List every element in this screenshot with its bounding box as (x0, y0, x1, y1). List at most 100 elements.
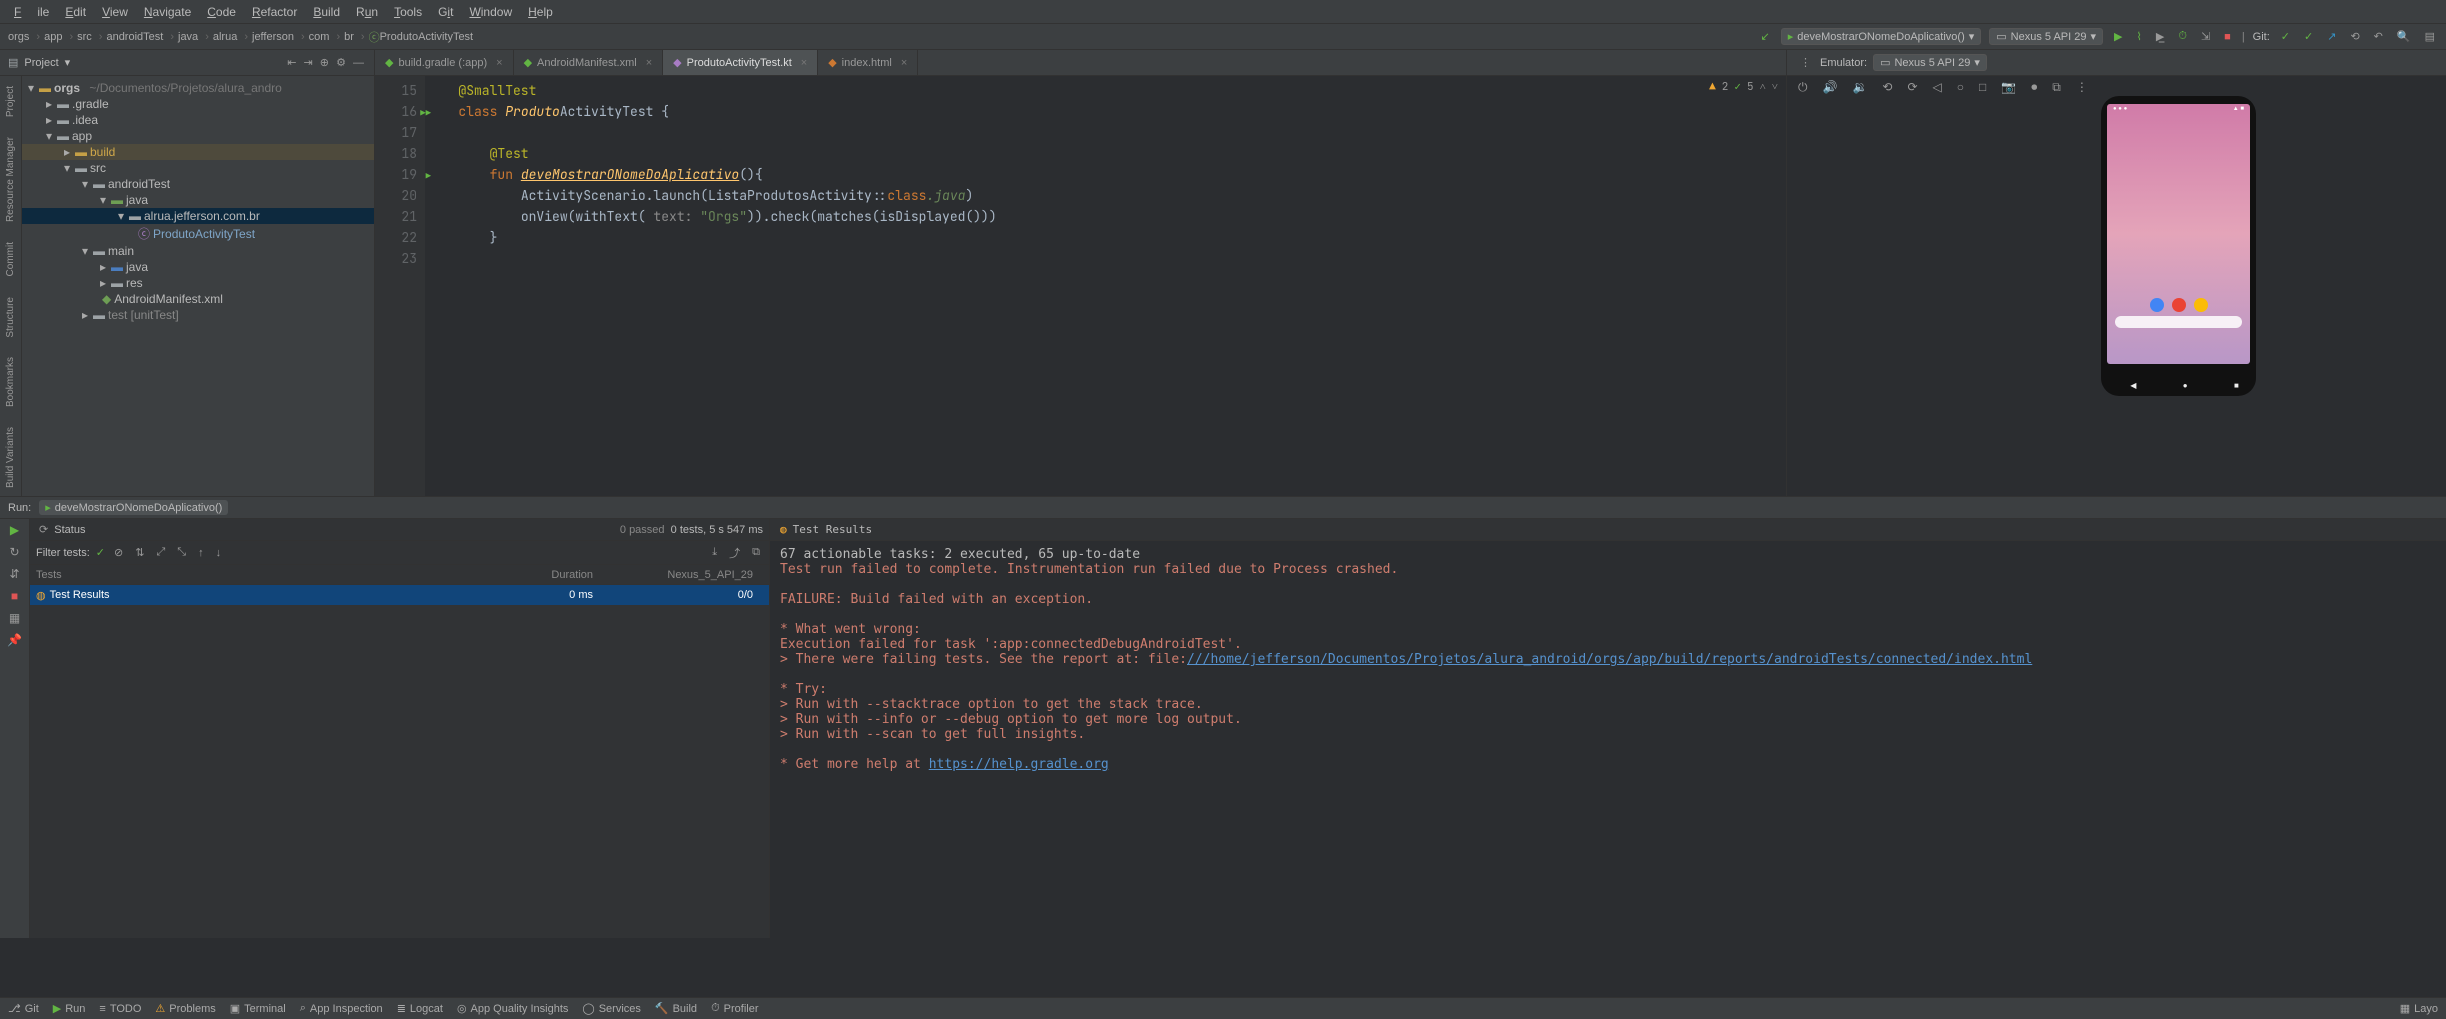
phone-search-bar[interactable] (2115, 316, 2242, 328)
stop-button-icon[interactable]: ■ (2221, 31, 2234, 43)
nav-home-icon[interactable]: ● (2183, 381, 2188, 390)
tree-res[interactable]: ▸▬res (22, 275, 374, 291)
git-rollback-icon[interactable]: ↶ (2371, 30, 2386, 43)
tree-main[interactable]: ▾▬main (22, 243, 374, 259)
menu-code[interactable]: Code (199, 5, 244, 19)
app-icon[interactable] (2172, 298, 2186, 312)
crumb-java[interactable]: java (178, 31, 198, 43)
close-icon[interactable]: × (496, 57, 502, 69)
tab-build-gradle[interactable]: ◆build.gradle (:app)× (375, 50, 514, 75)
coverage-icon[interactable]: ▶̲ (2153, 30, 2167, 43)
attach-icon[interactable]: ⇲ (2198, 30, 2213, 43)
expand-icon[interactable]: ⇥ (302, 57, 315, 69)
sb-todo[interactable]: ≡TODO (99, 1003, 141, 1015)
strip-commit[interactable]: Commit (5, 242, 16, 276)
tree-app[interactable]: ▾▬app (22, 128, 374, 144)
git-update-icon[interactable]: ✓ (2278, 30, 2293, 43)
record-icon[interactable]: ⏺ (2028, 80, 2040, 95)
stop-icon[interactable]: ■ (11, 589, 18, 603)
crumb-alrua[interactable]: alrua (213, 31, 237, 43)
strip-project[interactable]: Project (5, 86, 16, 117)
rerun-failed-icon[interactable]: ↻ (6, 545, 22, 559)
tab-produto-test[interactable]: ◆ProdutoActivityTest.kt× (663, 50, 818, 75)
run-config-badge[interactable]: ▸deveMostrarONomeDoAplicativo() (39, 500, 228, 515)
menu-window[interactable]: Window (461, 5, 520, 19)
gear-icon[interactable]: ⚙ (334, 57, 348, 69)
sb-logcat[interactable]: ≣Logcat (397, 1002, 443, 1015)
code-editor[interactable]: 15 16▶▶ 17 18 19▶ 20 21 22 23 @SmallTest… (375, 76, 1786, 496)
sb-insights[interactable]: ◎App Quality Insights (457, 1002, 568, 1015)
crumb-src[interactable]: src (77, 31, 92, 43)
profiler-icon[interactable]: ⏱ (2175, 30, 2190, 43)
tree-manifest[interactable]: ◆AndroidManifest.xml (22, 291, 374, 307)
home-icon[interactable]: ○ (1954, 80, 1967, 95)
crumb-br[interactable]: br (344, 31, 354, 43)
expand-all-icon[interactable]: ⤢ (153, 546, 168, 559)
chevron-up-icon[interactable]: ˄ (1760, 80, 1766, 94)
collapse-icon[interactable]: ⇤ (285, 57, 298, 69)
tree-java2[interactable]: ▸▬java (22, 259, 374, 275)
nav-recent-icon[interactable]: ■ (2234, 381, 2239, 390)
sb-services[interactable]: ◯Services (582, 1002, 641, 1015)
close-icon[interactable]: × (646, 57, 652, 69)
close-icon[interactable]: × (901, 57, 907, 69)
tab-manifest[interactable]: ◆AndroidManifest.xml× (514, 50, 664, 75)
emulator-device-frame[interactable]: ● ● ●▲ ■ ◀ ● ■ (2101, 96, 2256, 396)
filter-ignored-icon[interactable]: ⊘ (111, 546, 126, 559)
tree-gradle[interactable]: ▸▬.gradle (22, 96, 374, 112)
test-console[interactable]: ◍Test Results 67 actionable tasks: 2 exe… (770, 519, 2446, 938)
overview-icon[interactable]: □ (1976, 80, 1989, 95)
strip-bookmarks[interactable]: Bookmarks (5, 357, 16, 407)
export-icon[interactable]: ⤴ (726, 545, 743, 561)
device-selector[interactable]: ▭ Nexus 5 API 29 ▾ (1989, 28, 2103, 45)
nav-back-icon[interactable]: ◀ (2130, 381, 2136, 390)
menu-view[interactable]: View (94, 5, 136, 19)
toggle-icon[interactable]: ⇵ (6, 567, 22, 581)
import-icon[interactable]: ⤓ (709, 546, 720, 559)
run-button-icon[interactable]: ▶ (2111, 30, 2125, 43)
tree-unittest[interactable]: ▸▬test [unitTest] (22, 307, 374, 323)
filter-pass-icon[interactable]: ✓ (96, 546, 105, 559)
sb-problems[interactable]: ⚠Problems (155, 1002, 215, 1015)
menu-tools[interactable]: Tools (386, 5, 430, 19)
crumb-jefferson[interactable]: jefferson (252, 31, 294, 43)
emulator-screen[interactable]: ● ● ●▲ ■ (2107, 104, 2250, 364)
settings-icon[interactable]: ▤ (2422, 30, 2438, 43)
sb-layout[interactable]: ▦Layo (2400, 1002, 2438, 1015)
git-push-icon[interactable]: ↗ (2324, 30, 2339, 43)
emulator-device-selector[interactable]: ▭Nexus 5 API 29▾ (1873, 54, 1987, 71)
crumb-androidtest[interactable]: androidTest (106, 31, 163, 43)
tab-index-html[interactable]: ◆index.html× (818, 50, 918, 75)
sb-inspection[interactable]: ⌕App Inspection (300, 1002, 383, 1015)
crumb-app[interactable]: app (44, 31, 62, 43)
tree-src[interactable]: ▾▬src (22, 160, 374, 176)
more-icon[interactable]: ⋮ (1797, 56, 1814, 69)
history-icon[interactable]: ⟳ (36, 523, 51, 536)
tree-testfile[interactable]: ⓒProdutoActivityTest (22, 224, 374, 243)
layout-icon[interactable]: ▦ (6, 611, 23, 625)
rotate-right-icon[interactable]: ⟳ (1904, 80, 1920, 95)
rotate-left-icon[interactable]: ⟲ (1879, 80, 1895, 95)
snapshot-icon[interactable]: ⧉ (2049, 80, 2064, 95)
menu-navigate[interactable]: Navigate (136, 5, 199, 19)
editor-inspections[interactable]: ▲2 ✓5 ˄˅ (1709, 80, 1778, 94)
report-link[interactable]: ///home/jefferson/Documentos/Projetos/al… (1187, 652, 2032, 667)
sb-profiler[interactable]: ⏱Profiler (711, 1002, 758, 1015)
menu-refactor[interactable]: Refactor (244, 5, 305, 19)
sb-terminal[interactable]: ▣Terminal (230, 1002, 286, 1015)
code-area[interactable]: @SmallTest class ProdutoActivityTest { @… (425, 76, 1007, 496)
volume-down-icon[interactable]: 🔉 (1849, 80, 1870, 95)
strip-resource-manager[interactable]: Resource Manager (5, 137, 16, 222)
tree-build[interactable]: ▸▬build (22, 144, 374, 160)
crumb-orgs[interactable]: orgs (8, 31, 29, 43)
crumb-class[interactable]: ProdutoActivityTest (380, 31, 474, 43)
chevron-down-icon[interactable]: ▾ (65, 56, 71, 69)
menu-file[interactable]: File (6, 5, 57, 19)
debug-button-icon[interactable]: ⌇ (2134, 30, 2145, 43)
tree-java1[interactable]: ▾▬java (22, 192, 374, 208)
screenshot-icon[interactable]: 📷 (1998, 80, 2019, 95)
next-icon[interactable]: ↓ (213, 547, 225, 559)
pin-icon[interactable]: 📌 (4, 633, 25, 647)
menu-run[interactable]: Run (348, 5, 386, 19)
power-icon[interactable]: ⏻ (1795, 80, 1811, 95)
